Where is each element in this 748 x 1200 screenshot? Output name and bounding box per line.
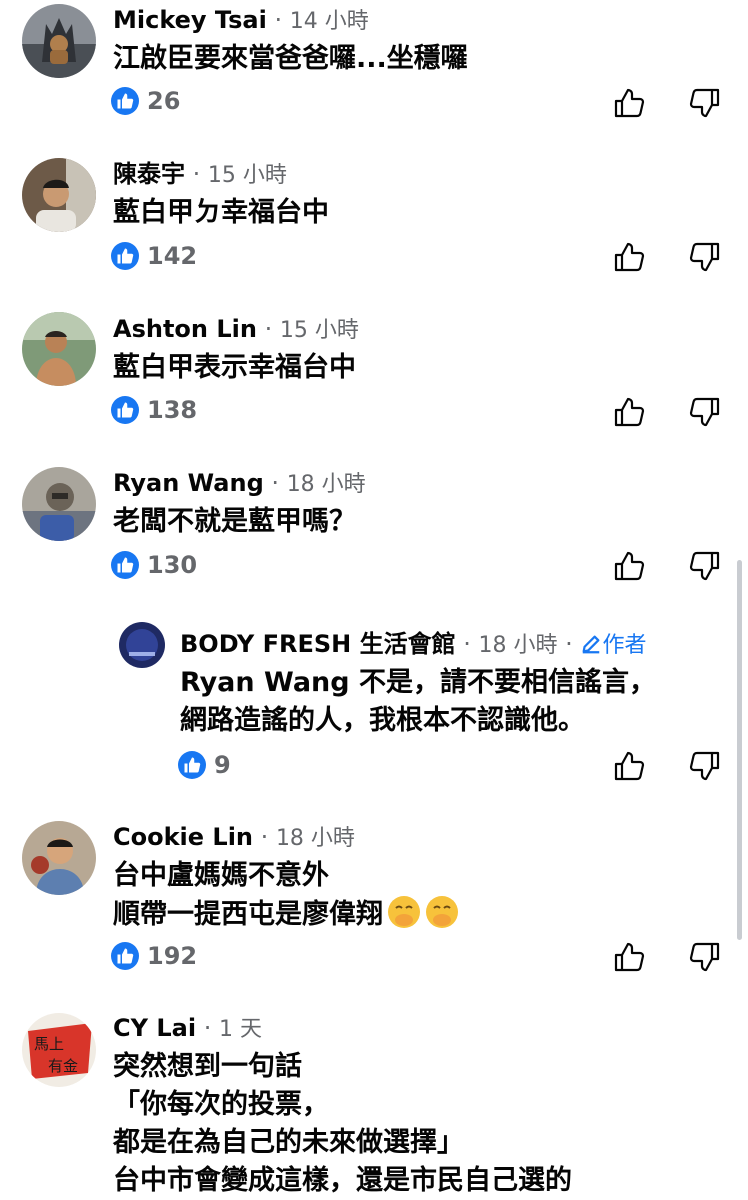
comment-line: 網路造謠的人，我根本不認識他。 — [180, 705, 585, 736]
reaction-summary[interactable]: 9 — [178, 748, 231, 782]
author-badge: 作者 — [602, 633, 647, 658]
separator-dot: · — [203, 1014, 212, 1042]
page-avatar[interactable] — [119, 622, 165, 668]
like-count: 138 — [147, 396, 198, 424]
comment-line: 老闆不就是藍甲嗎？ — [113, 506, 356, 537]
separator-dot: · — [565, 630, 573, 658]
separator-dot: · — [271, 469, 280, 497]
reaction-summary[interactable]: 26 — [111, 84, 180, 118]
comment-timestamp[interactable]: 18 小時 — [276, 826, 355, 851]
comment-text: Ryan Wang 不是，請不要相信謠言， 網路造謠的人，我根本不認識他。 — [180, 664, 656, 740]
dislike-icon[interactable] — [688, 395, 722, 429]
separator-dot: · — [192, 160, 201, 188]
comment-line: 藍白甲ㄉ幸福台中 — [113, 197, 329, 228]
thumbs-up-icon — [111, 396, 139, 424]
comment-header: CY Lai · 1 天 — [113, 1012, 262, 1046]
commenter-name[interactable]: Ashton Lin — [113, 315, 257, 343]
thumbs-up-icon — [111, 87, 139, 115]
commenter-name[interactable]: CY Lai — [113, 1014, 196, 1042]
like-count: 26 — [147, 87, 181, 115]
like-icon[interactable] — [612, 749, 646, 783]
commenter-name[interactable]: 陳泰宇 — [113, 160, 185, 188]
like-icon[interactable] — [612, 240, 646, 274]
comment-text: 藍白甲ㄉ幸福台中 — [113, 194, 329, 232]
comment-timestamp[interactable]: 14 小時 — [290, 9, 369, 34]
pencil-icon — [583, 635, 600, 654]
comment-header: Cookie Lin · 18 小時 — [113, 821, 355, 855]
avatar-calligraphy-line: 馬上 — [34, 1035, 64, 1053]
comment-text: 突然想到一句話 「你每次的投票， 都是在為自己的未來做選擇」 台中市會變成這樣，… — [113, 1048, 572, 1200]
dislike-icon[interactable] — [688, 549, 722, 583]
comment-line-with-emoji: 順帶一提西屯是廖偉翔 — [113, 895, 459, 934]
comment-line: 都是在為自己的未來做選擇」 — [113, 1127, 464, 1158]
reaction-summary[interactable]: 142 — [111, 239, 197, 273]
reaction-summary[interactable]: 138 — [111, 393, 197, 427]
separator-dot: · — [264, 315, 273, 343]
avatar[interactable] — [22, 821, 96, 895]
reaction-summary[interactable]: 192 — [111, 939, 197, 973]
separator-dot: · — [260, 823, 269, 851]
like-count: 9 — [214, 751, 231, 779]
scrollbar[interactable] — [737, 560, 742, 940]
thumbs-up-icon — [111, 551, 139, 579]
reaction-summary[interactable]: 130 — [111, 548, 197, 582]
comment-header: BODY FRESH 生活會館 · 18 小時 · 作者 — [180, 628, 646, 662]
thumbs-up-icon — [111, 942, 139, 970]
comment-header: Ashton Lin · 15 小時 — [113, 313, 359, 347]
hand-over-mouth-emoji — [426, 896, 458, 928]
comment-line: 突然想到一句話 — [113, 1051, 302, 1082]
avatar[interactable] — [22, 467, 96, 541]
avatar[interactable] — [22, 312, 96, 386]
avatar-calligraphy-line: 有金 — [48, 1057, 78, 1075]
comment-line: 台中市會變成這樣，還是市民自己選的 — [113, 1165, 572, 1196]
comment-timestamp[interactable]: 15 小時 — [208, 163, 287, 188]
comment-timestamp[interactable]: 18 小時 — [287, 472, 366, 497]
dislike-icon[interactable] — [688, 240, 722, 274]
separator-dot: · — [463, 630, 471, 658]
avatar[interactable] — [22, 4, 96, 78]
comment-timestamp[interactable]: 15 小時 — [280, 318, 359, 343]
comment-line: 藍白甲表示幸福台中 — [113, 352, 356, 383]
like-count: 142 — [147, 242, 198, 270]
comment-line: Ryan Wang 不是，請不要相信謠言， — [180, 667, 657, 698]
comment-header: 陳泰宇 · 15 小時 — [113, 158, 287, 192]
comment-text: 藍白甲表示幸福台中 — [113, 349, 356, 387]
hand-over-mouth-emoji — [388, 896, 420, 928]
dislike-icon[interactable] — [688, 86, 722, 120]
comment-line: 順帶一提西屯是廖偉翔 — [113, 899, 383, 930]
avatar[interactable]: 馬上有金 — [22, 1013, 96, 1087]
comment-text: 江啟臣要來當爸爸囉...坐穩囉 — [113, 40, 468, 78]
comment-text: 台中盧媽媽不意外 順帶一提西屯是廖偉翔 — [113, 857, 459, 934]
like-icon[interactable] — [612, 549, 646, 583]
comment-header: Mickey Tsai · 14 小時 — [113, 4, 369, 38]
comment-timestamp[interactable]: 1 天 — [219, 1017, 262, 1042]
commenter-name[interactable]: BODY FRESH 生活會館 — [180, 630, 456, 658]
commenter-name[interactable]: Mickey Tsai — [113, 6, 267, 34]
comment-line: 「你每次的投票， — [113, 1089, 329, 1120]
dislike-icon[interactable] — [688, 749, 722, 783]
avatar[interactable] — [22, 158, 96, 232]
comment-line: 江啟臣要來當爸爸囉...坐穩囉 — [113, 43, 468, 74]
thumbs-up-icon — [111, 242, 139, 270]
comment-header: Ryan Wang · 18 小時 — [113, 467, 366, 501]
commenter-name[interactable]: Cookie Lin — [113, 823, 253, 851]
separator-dot: · — [274, 6, 283, 34]
comment-line: 台中盧媽媽不意外 — [113, 860, 329, 891]
dislike-icon[interactable] — [688, 940, 722, 974]
like-icon[interactable] — [612, 86, 646, 120]
like-icon[interactable] — [612, 395, 646, 429]
like-count: 130 — [147, 551, 198, 579]
comment-timestamp[interactable]: 18 小時 — [479, 633, 558, 658]
like-count: 192 — [147, 942, 198, 970]
commenter-name[interactable]: Ryan Wang — [113, 469, 264, 497]
comment-text: 老闆不就是藍甲嗎？ — [113, 503, 356, 541]
like-icon[interactable] — [612, 940, 646, 974]
thumbs-up-icon — [178, 751, 206, 779]
